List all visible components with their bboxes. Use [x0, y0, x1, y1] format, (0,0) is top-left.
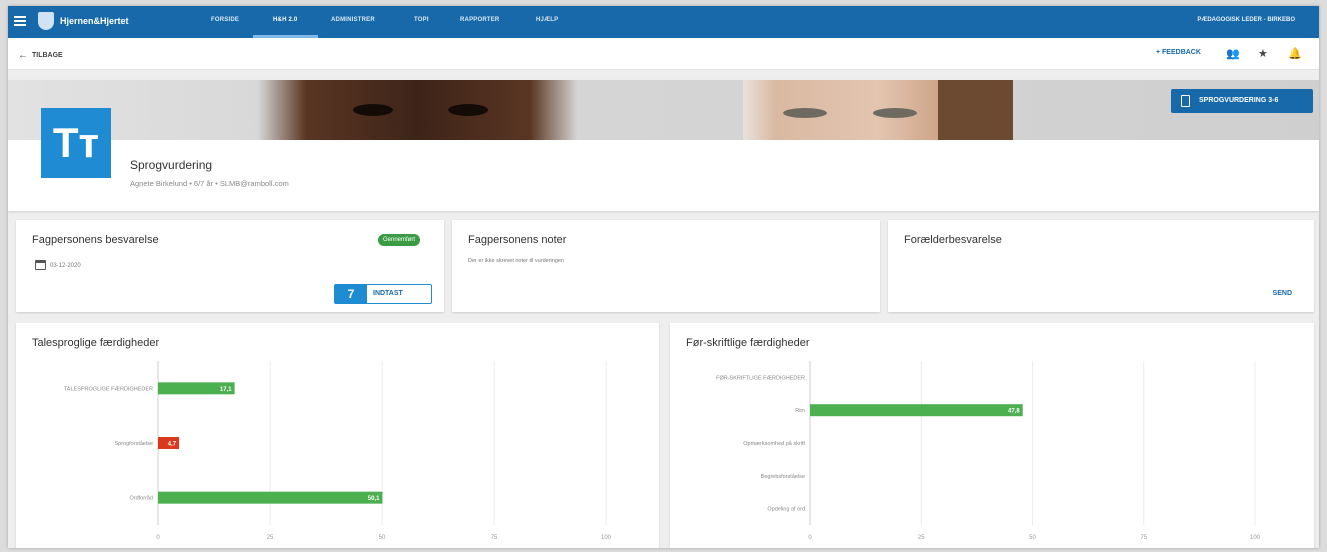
banner-hair [938, 80, 1013, 140]
status-badge: Gennemført [378, 234, 421, 246]
category-label: Opdeling af ord [767, 507, 805, 513]
x-tick-label: 75 [1140, 535, 1147, 541]
send-button[interactable]: SEND [1273, 290, 1292, 297]
category-label: Ordforråd [129, 495, 153, 502]
calendar-icon [35, 260, 46, 270]
sprogvurdering-logo: Tт [41, 108, 111, 178]
brand-name[interactable]: Hjernen&Hjertet [60, 16, 129, 26]
fagperson-card: Fagpersonens besvarelse Gennemført 03-12… [16, 220, 444, 312]
bar-value-label: 4,7 [168, 442, 177, 448]
x-tick-label: 50 [379, 535, 386, 541]
feedback-button[interactable]: + FEEDBACK [1156, 49, 1201, 56]
menu-icon[interactable] [14, 14, 28, 28]
user-menu[interactable]: PÆDAGOGISK LEDER - BIRKEBO [1197, 17, 1295, 23]
notes-text: Der er ikke skrevet noter til vurderinge… [468, 258, 564, 264]
banner-face-left [258, 80, 578, 140]
sprogvurdering-button-label: SPROGVURDERING 3-6 [1199, 97, 1279, 104]
banner-eye [873, 108, 917, 118]
talesproglige-chart-card: Talesproglige færdigheder 0 25 50 75 100 TALE… [16, 323, 659, 548]
indtast-label: INDTAST [373, 290, 403, 297]
banner-eye [448, 104, 488, 116]
x-tick-label: 100 [1250, 535, 1261, 541]
top-navbar: Hjernen&Hjertet FORSIDE H&H 2.0 ADMINIST… [8, 6, 1319, 38]
sprogvurdering-button[interactable]: SPROGVURDERING 3-6 [1171, 89, 1313, 113]
x-tick-label: 0 [156, 535, 160, 541]
app-window: Hjernen&Hjertet FORSIDE H&H 2.0 ADMINIST… [8, 6, 1319, 548]
nav-item-administrer[interactable]: ADMINISTRER [331, 17, 375, 23]
bar [810, 404, 1023, 417]
back-button[interactable]: ← TILBAGE [18, 50, 63, 61]
category-label: Rim [795, 408, 805, 414]
child-info: Agnete Birkelund • 6/7 år • SLMB@ramboll… [130, 179, 289, 188]
star-icon[interactable]: ★ [1258, 47, 1268, 60]
banner-eye [353, 104, 393, 116]
nav-item-topi[interactable]: TOPI [414, 17, 429, 23]
document-icon [1181, 95, 1190, 107]
nav-item-hh20[interactable]: H&H 2.0 [273, 17, 297, 23]
category-label: Sprogforståelse [114, 440, 153, 447]
banner-image [8, 80, 1319, 140]
nav-item-forside[interactable]: FORSIDE [211, 17, 239, 23]
category-label: Opmærksomhed på skrift [743, 440, 805, 447]
forskriftlige-chart: 0 25 50 75 100 FØR-SKRIFTLIGE FÆRDIGHEDER Rim 4… [716, 361, 1261, 541]
card-title: Forælderbesvarelse [904, 234, 1002, 246]
page-title: Sprogvurdering [130, 158, 213, 172]
card-title: Fagpersonens besvarelse [32, 234, 159, 246]
x-tick-label: 0 [808, 535, 812, 541]
category-label: TALESPROGLIGE FÆRDIGHEDER [64, 386, 153, 392]
x-tick-label: 100 [601, 535, 612, 541]
answer-count: 7 [335, 285, 367, 303]
forskriftlige-chart-card: Før-skriftlige færdigheder 0 25 50 75 100 FØR… [670, 323, 1314, 548]
bar-value-label: 47,8 [1008, 409, 1020, 415]
nav-item-hjaelp[interactable]: HJÆLP [536, 17, 558, 23]
x-tick-label: 75 [491, 535, 498, 541]
bar-value-label: 50,1 [368, 496, 380, 502]
banner-eye [783, 108, 827, 118]
bar-value-label: 17,1 [220, 387, 232, 393]
brand-logo-icon [38, 12, 54, 30]
x-tick-label: 50 [1029, 535, 1036, 541]
assessment-date: 03-12-2020 [50, 263, 81, 269]
back-label: TILBAGE [32, 52, 63, 59]
add-person-icon[interactable]: 👥 [1226, 47, 1240, 60]
x-tick-label: 25 [267, 535, 274, 541]
category-label: FØR-SKRIFTLIGE FÆRDIGHEDER [716, 375, 805, 381]
x-tick-label: 25 [918, 535, 925, 541]
indtast-button[interactable]: 7 INDTAST [334, 284, 432, 304]
bell-icon[interactable]: 🔔 [1288, 47, 1302, 60]
noter-card: Fagpersonens noter Der er ikke skrevet n… [452, 220, 880, 312]
nav-item-rapporter[interactable]: RAPPORTER [460, 17, 499, 23]
talesproglige-chart: 0 25 50 75 100 TALESPROGLIGE FÆRDIGHEDER 17,1 S… [64, 361, 612, 541]
category-label: Begrebsforståelse [761, 473, 805, 480]
card-title: Fagpersonens noter [468, 234, 567, 246]
arrow-left-icon: ← [18, 50, 28, 61]
sub-toolbar: ← TILBAGE + FEEDBACK 👥 ★ 🔔 [8, 38, 1319, 70]
foraelder-card: Forælderbesvarelse SEND [888, 220, 1314, 312]
profile-header-card: Tт SPROGVURDERING 3-6 Sprogvurdering Agn… [8, 80, 1319, 211]
bar [158, 491, 383, 504]
